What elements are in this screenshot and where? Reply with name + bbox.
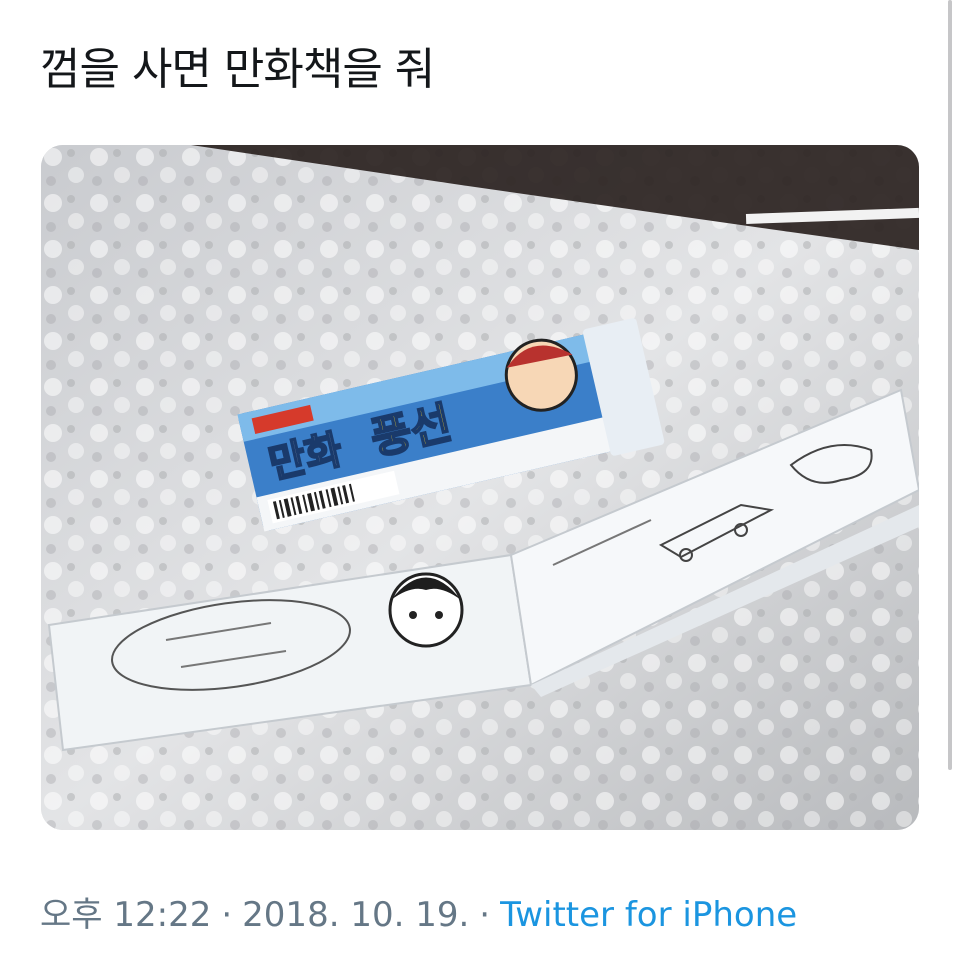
tweet-detail: 껌을 사면 만화책을 줘 만화 풍선 오후 12:22 · 2018. 10. … [0,0,960,958]
photo-icon: 만화 풍선 [41,145,919,830]
tweet-date[interactable]: 2018. 10. 19. [242,895,469,935]
tweet-meta: 오후 12:22 · 2018. 10. 19. · Twitter for iPhon… [40,895,797,936]
separator: · [479,895,491,935]
separator: · [221,895,233,935]
tweet-text: 껌을 사면 만화책을 줘 [40,44,435,95]
tweet-photo[interactable]: 만화 풍선 [41,145,919,830]
tweet-source-link[interactable]: Twitter for iPhone [500,895,797,935]
tweet-time[interactable]: 오후 12:22 [40,895,211,935]
scrollbar[interactable] [948,0,952,770]
